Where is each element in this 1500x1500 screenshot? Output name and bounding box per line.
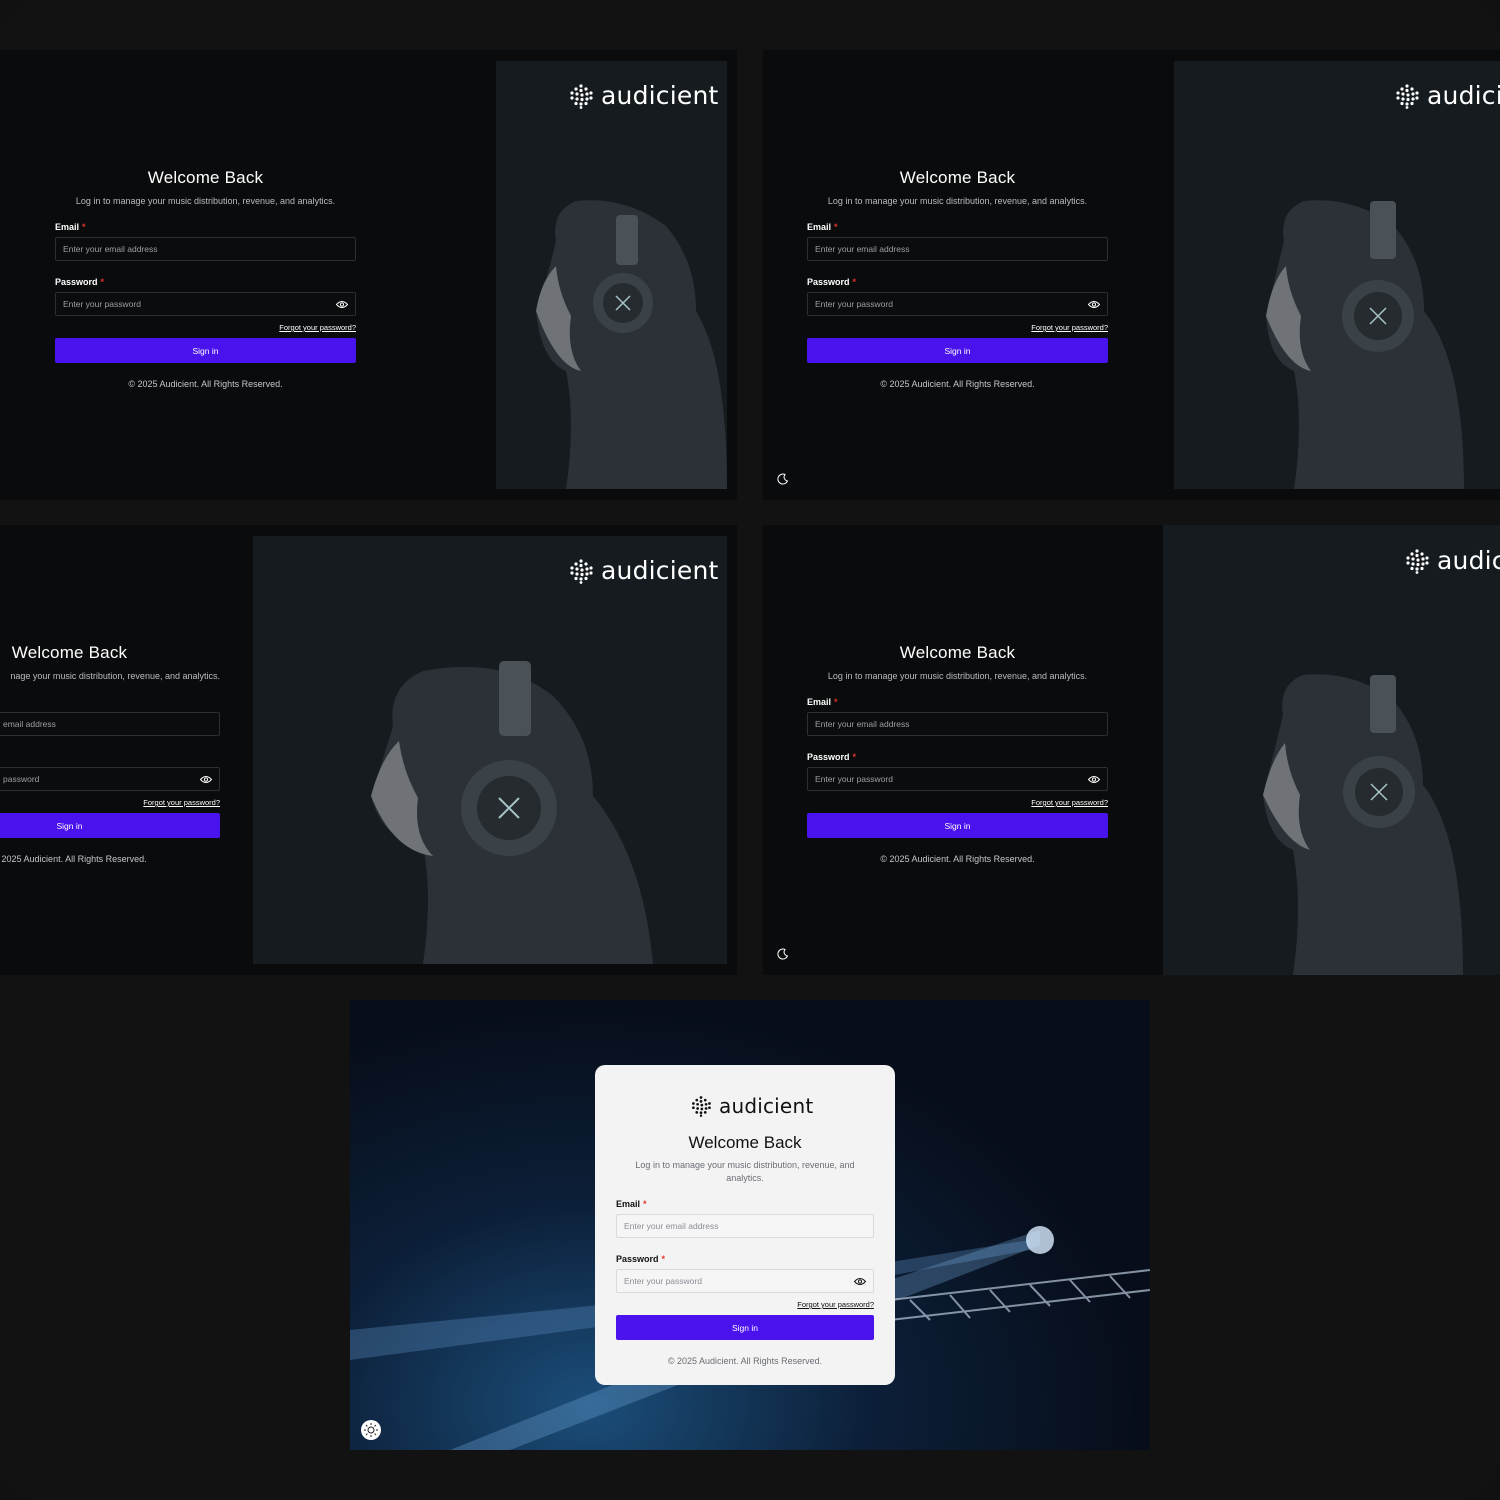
email-input[interactable] [808, 713, 1107, 735]
copyright: © 2025 Audicient. All Rights Reserved. [0, 854, 147, 864]
email-field[interactable] [55, 237, 356, 261]
password-label: Password * [616, 1254, 666, 1264]
email-field[interactable] [807, 712, 1108, 736]
page-subtitle: Log in to manage your music distribution… [75, 196, 336, 206]
sun-icon [364, 1423, 378, 1437]
email-input[interactable] [617, 1215, 873, 1237]
hero-panel: audicient [496, 61, 727, 489]
page-title: Welcome Back [899, 168, 1016, 187]
email-field[interactable] [807, 237, 1108, 261]
email-input[interactable] [0, 713, 219, 735]
password-field[interactable] [0, 767, 220, 791]
page-title: Welcome Back [688, 1133, 802, 1152]
email-field[interactable] [616, 1214, 874, 1238]
frame-desktop-2: Welcome Back Log in to manage your music… [763, 50, 1500, 500]
hero-panel: audicient [253, 536, 727, 964]
hero-portrait-image [1266, 200, 1464, 489]
password-input[interactable] [808, 293, 1107, 315]
login-card: audicient Welcome Back Log in to manage … [595, 1065, 895, 1385]
email-input[interactable] [808, 238, 1107, 260]
frame-desktop-3: Welcome Back nage your music distributio… [0, 525, 737, 975]
page-subtitle: nage your music distribution, revenue, a… [10, 671, 220, 681]
page-title: Welcome Back [147, 168, 264, 187]
globe-grid-icon [692, 1096, 711, 1117]
password-input[interactable] [808, 768, 1107, 790]
sign-in-button[interactable]: Sign in [616, 1315, 874, 1340]
page-title: Welcome Back [11, 643, 128, 662]
login-form: Welcome Back Log in to manage your music… [55, 168, 356, 389]
frame-desktop-1: Welcome Back Log in to manage your music… [0, 50, 737, 500]
copyright: © 2025 Audicient. All Rights Reserved. [880, 854, 1035, 864]
password-field[interactable] [807, 767, 1108, 791]
moon-icon[interactable] [777, 473, 789, 485]
brand-logo: audicient [690, 1094, 813, 1118]
frame-desktop-4: Welcome Back Log in to manage your music… [763, 525, 1500, 975]
copyright: © 2025 Audicient. All Rights Reserved. [128, 379, 283, 389]
hero-portrait-image [536, 200, 727, 489]
eye-icon[interactable] [336, 300, 348, 309]
sign-in-button[interactable]: Sign in [807, 813, 1108, 838]
sign-in-button[interactable]: Sign in [807, 338, 1108, 363]
email-field[interactable] [0, 712, 220, 736]
showcase-canvas: Welcome Back Log in to manage your music… [0, 0, 1500, 1500]
sign-in-button[interactable]: Sign in [0, 813, 220, 838]
email-label: Email * [807, 697, 838, 707]
email-label: Email * [616, 1199, 647, 1209]
forgot-password-link[interactable]: Forgot your password? [807, 798, 1108, 807]
eye-icon[interactable] [1088, 775, 1100, 784]
forgot-password-link[interactable]: Forgot your password? [807, 323, 1108, 332]
email-input[interactable] [56, 238, 355, 260]
page-subtitle: Log in to manage your music distribution… [827, 671, 1088, 681]
copyright: © 2025 Audicient. All Rights Reserved. [667, 1356, 823, 1366]
hero-panel: audicient [1174, 61, 1500, 489]
forgot-password-link[interactable]: Forgot your password? [0, 798, 220, 807]
brand-name: audicient [719, 1094, 814, 1118]
login-form: Welcome Back nage your music distributio… [0, 643, 220, 864]
password-field[interactable] [807, 292, 1108, 316]
password-field[interactable] [55, 292, 356, 316]
password-input[interactable] [0, 768, 219, 790]
eye-icon[interactable] [200, 775, 212, 784]
password-label: Password * [807, 277, 857, 287]
copyright: © 2025 Audicient. All Rights Reserved. [880, 379, 1035, 389]
page-subtitle: Log in to manage your music distribution… [827, 196, 1088, 206]
login-form: Welcome Back Log in to manage your music… [807, 168, 1108, 389]
sign-in-button[interactable]: Sign in [55, 338, 356, 363]
password-label: Password * [807, 752, 857, 762]
eye-icon[interactable] [854, 1277, 866, 1286]
page-subtitle: Log in to manage your music distribution… [635, 1160, 855, 1183]
theme-toggle[interactable] [361, 1420, 381, 1440]
password-input[interactable] [617, 1270, 873, 1292]
password-label: Password * [55, 277, 105, 287]
hero-panel: audicient [1163, 525, 1500, 975]
email-label: Email * [807, 222, 838, 232]
login-form: Welcome Back Log in to manage your music… [807, 643, 1108, 864]
frame-light-theme: audicient Welcome Back Log in to manage … [350, 1000, 1150, 1450]
hero-portrait-image [1263, 674, 1463, 975]
forgot-password-link[interactable]: Forgot your password? [616, 1300, 874, 1309]
hero-portrait-image [371, 661, 653, 964]
moon-icon[interactable] [777, 948, 789, 960]
forgot-password-link[interactable]: Forgot your password? [55, 323, 356, 332]
page-title: Welcome Back [899, 643, 1016, 662]
password-field[interactable] [616, 1269, 874, 1293]
eye-icon[interactable] [1088, 300, 1100, 309]
email-label: Email * [55, 222, 86, 232]
password-input[interactable] [56, 293, 355, 315]
